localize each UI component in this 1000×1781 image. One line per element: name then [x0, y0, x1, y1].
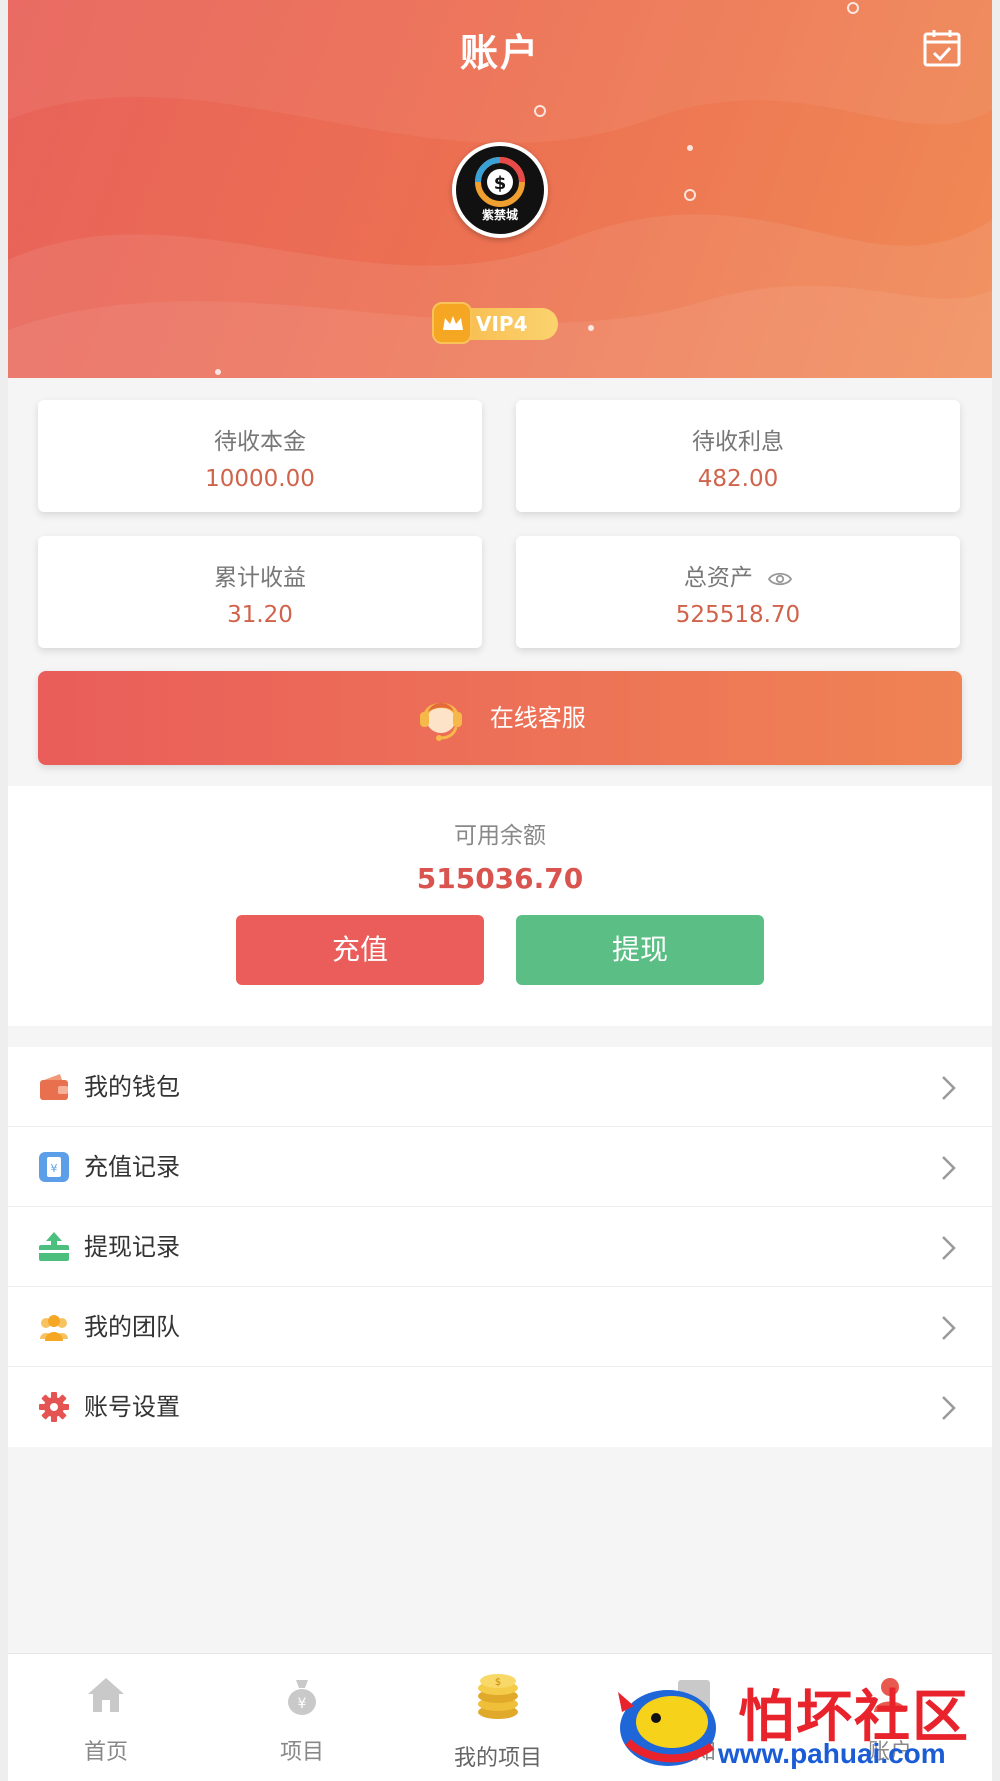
total-assets-label: 总资产	[683, 565, 753, 591]
chevron-right-icon	[942, 1316, 956, 1340]
page-title: 账户	[459, 31, 540, 75]
total-assets-card: 总资产 525518.70	[516, 536, 960, 648]
tab-projects[interactable]: ¥ 项目	[204, 1654, 400, 1781]
accumulated-income-value: 31.20	[227, 602, 293, 628]
account-header: 账户 $ 紫禁城 VIP4	[8, 0, 992, 378]
svg-text:$: $	[494, 173, 507, 194]
wallet-icon	[40, 1074, 68, 1100]
pending-principal-value: 10000.00	[205, 466, 315, 492]
svg-text:$: $	[495, 1677, 501, 1688]
chevron-right-icon	[942, 1236, 956, 1260]
account-menu: 我的钱包 ¥ 充值记录 提现记录 我的团队 账号设置	[8, 1047, 992, 1447]
chevron-right-icon	[942, 1156, 956, 1180]
chevron-right-icon	[942, 1396, 956, 1420]
svg-text:¥: ¥	[51, 1162, 58, 1175]
team-icon	[40, 1315, 68, 1341]
vip-badge: VIP4	[432, 302, 558, 344]
menu-item-account-settings[interactable]: 账号设置	[8, 1367, 992, 1447]
menu-item-label: 我的团队	[84, 1313, 180, 1341]
menu-item-label: 账号设置	[84, 1393, 180, 1421]
eye-icon[interactable]	[768, 571, 793, 587]
menu-item-label: 充值记录	[84, 1153, 180, 1181]
online-service-label: 在线客服	[489, 704, 586, 732]
tab-label: 我的项目	[453, 1746, 542, 1771]
menu-item-wallet[interactable]: 我的钱包	[8, 1047, 992, 1127]
tab-home[interactable]: 首页	[8, 1654, 204, 1781]
total-assets-value: 525518.70	[675, 602, 801, 628]
balance-section: 可用余额 515036.70 充值 提现	[8, 786, 992, 1026]
watermark: 怕坏社区 www.pahuai.com	[608, 1672, 992, 1772]
available-balance-value: 515036.70	[416, 862, 584, 895]
withdraw-record-icon	[39, 1232, 69, 1261]
withdraw-button[interactable]: 提现	[516, 915, 764, 985]
pending-principal-card: 待收本金 10000.00	[38, 400, 482, 512]
fish-logo-icon	[618, 1690, 716, 1766]
pending-interest-card: 待收利息 482.00	[516, 400, 960, 512]
accumulated-income-label: 累计收益	[214, 565, 306, 591]
crown-icon	[432, 302, 472, 344]
accumulated-income-card: 累计收益 31.20	[38, 536, 482, 648]
tab-label: 首页	[83, 1740, 128, 1765]
watermark-url: www.pahuai.com	[718, 1738, 946, 1769]
moneybag-icon: ¥	[288, 1680, 316, 1715]
tab-my-projects[interactable]: $ 我的项目	[400, 1654, 596, 1781]
total-assets-label-row: 总资产	[516, 558, 960, 592]
svg-text:¥: ¥	[298, 1696, 307, 1712]
menu-item-withdraw-records[interactable]: 提现记录	[8, 1207, 992, 1287]
online-service-button[interactable]: 在线客服	[38, 671, 962, 765]
pending-interest-label: 待收利息	[692, 429, 784, 455]
calendar-check-icon[interactable]	[922, 28, 962, 68]
coins-icon: $	[478, 1674, 518, 1719]
settings-icon	[39, 1392, 69, 1422]
dollar-logo-icon: $	[475, 157, 525, 207]
pending-principal-label: 待收本金	[214, 429, 306, 455]
tab-label: 项目	[279, 1740, 324, 1765]
menu-item-label: 我的钱包	[84, 1073, 180, 1101]
headset-icon	[420, 703, 463, 741]
home-icon	[88, 1678, 124, 1712]
available-balance-label: 可用余额	[454, 823, 546, 849]
avatar[interactable]: $ 紫禁城	[452, 142, 548, 238]
recharge-record-icon: ¥	[39, 1152, 69, 1182]
account-page: 账户 $ 紫禁城 VIP4 待收本金 10000.00 待收利息 482.00 …	[8, 0, 992, 1781]
menu-item-recharge-records[interactable]: ¥ 充值记录	[8, 1127, 992, 1207]
pending-interest-value: 482.00	[697, 466, 779, 492]
avatar-logo-text: 紫禁城	[481, 208, 518, 222]
menu-item-my-team[interactable]: 我的团队	[8, 1287, 992, 1367]
recharge-button[interactable]: 充值	[236, 915, 484, 985]
chevron-right-icon	[942, 1076, 956, 1100]
vip-level: VIP4	[476, 312, 528, 336]
menu-item-label: 提现记录	[84, 1233, 180, 1261]
